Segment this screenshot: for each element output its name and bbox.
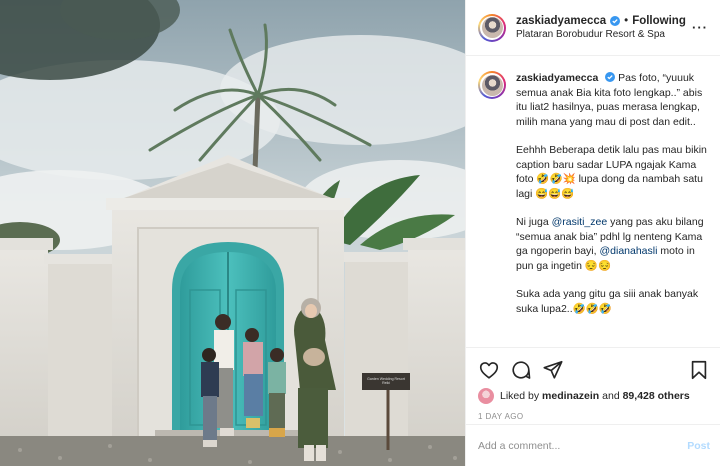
likes-middle: and bbox=[602, 390, 620, 402]
caption-avatar[interactable] bbox=[478, 71, 506, 99]
comment-icon[interactable] bbox=[510, 359, 532, 381]
post-header: zaskiadyamecca • Following Plataran Boro… bbox=[466, 0, 720, 56]
post-comment-button[interactable]: Post bbox=[687, 440, 710, 452]
caption-paragraph-4: Suka ada yang gitu ga siii anak banyak s… bbox=[516, 288, 699, 315]
bookmark-icon[interactable] bbox=[688, 359, 710, 381]
caption-username[interactable]: zaskiadyamecca bbox=[516, 72, 598, 84]
share-icon[interactable] bbox=[542, 359, 564, 381]
post-photo[interactable]: Garden Wedding Resort Reiki bbox=[0, 0, 465, 466]
following-button[interactable]: Following bbox=[632, 15, 686, 27]
photo-sign-text: Garden Wedding Resort Reiki bbox=[367, 377, 405, 385]
liker-username[interactable]: medinazein bbox=[542, 390, 599, 402]
likes-count[interactable]: 89,428 others bbox=[623, 390, 690, 402]
mention-dianahasli[interactable]: @dianahasli bbox=[599, 245, 657, 257]
post-photo-illustration bbox=[0, 0, 465, 466]
post-actions: Liked by medinazein and 89,428 others 1 … bbox=[466, 347, 720, 421]
header-separator: • bbox=[624, 15, 629, 27]
comment-input[interactable] bbox=[478, 439, 688, 452]
author-username[interactable]: zaskiadyamecca bbox=[516, 15, 606, 27]
more-horizontal-icon[interactable]: ··· bbox=[690, 20, 710, 35]
caption-paragraph-3: Ni juga @rasiti_zee yang pas aku bilang … bbox=[516, 215, 708, 273]
likes-summary: Liked by medinazein and 89,428 others bbox=[478, 388, 710, 404]
heart-icon[interactable] bbox=[478, 359, 500, 381]
caption-verified-badge-icon bbox=[605, 72, 616, 82]
post-timestamp[interactable]: 1 DAY AGO bbox=[478, 412, 710, 421]
comment-box: Post bbox=[466, 424, 720, 466]
mention-rasiti-zee[interactable]: @rasiti_zee bbox=[552, 216, 608, 228]
caption-text: zaskiadyamecca Pas foto, “yuuuk semua an… bbox=[516, 71, 708, 347]
location-link[interactable]: Plataran Borobudur Resort & Spa bbox=[516, 29, 690, 40]
likes-prefix: Liked by bbox=[500, 390, 540, 402]
caption-p3-text-a: Ni juga bbox=[516, 216, 552, 228]
post-side-panel: zaskiadyamecca • Following Plataran Boro… bbox=[465, 0, 720, 466]
caption-block: zaskiadyamecca Pas foto, “yuuuk semua an… bbox=[466, 57, 720, 347]
caption-paragraph-2: Eehhh Beberapa detik lalu pas mau bikin … bbox=[516, 144, 707, 200]
author-avatar[interactable] bbox=[478, 13, 506, 42]
liker-avatar[interactable] bbox=[478, 388, 494, 404]
verified-badge-icon bbox=[610, 16, 621, 26]
